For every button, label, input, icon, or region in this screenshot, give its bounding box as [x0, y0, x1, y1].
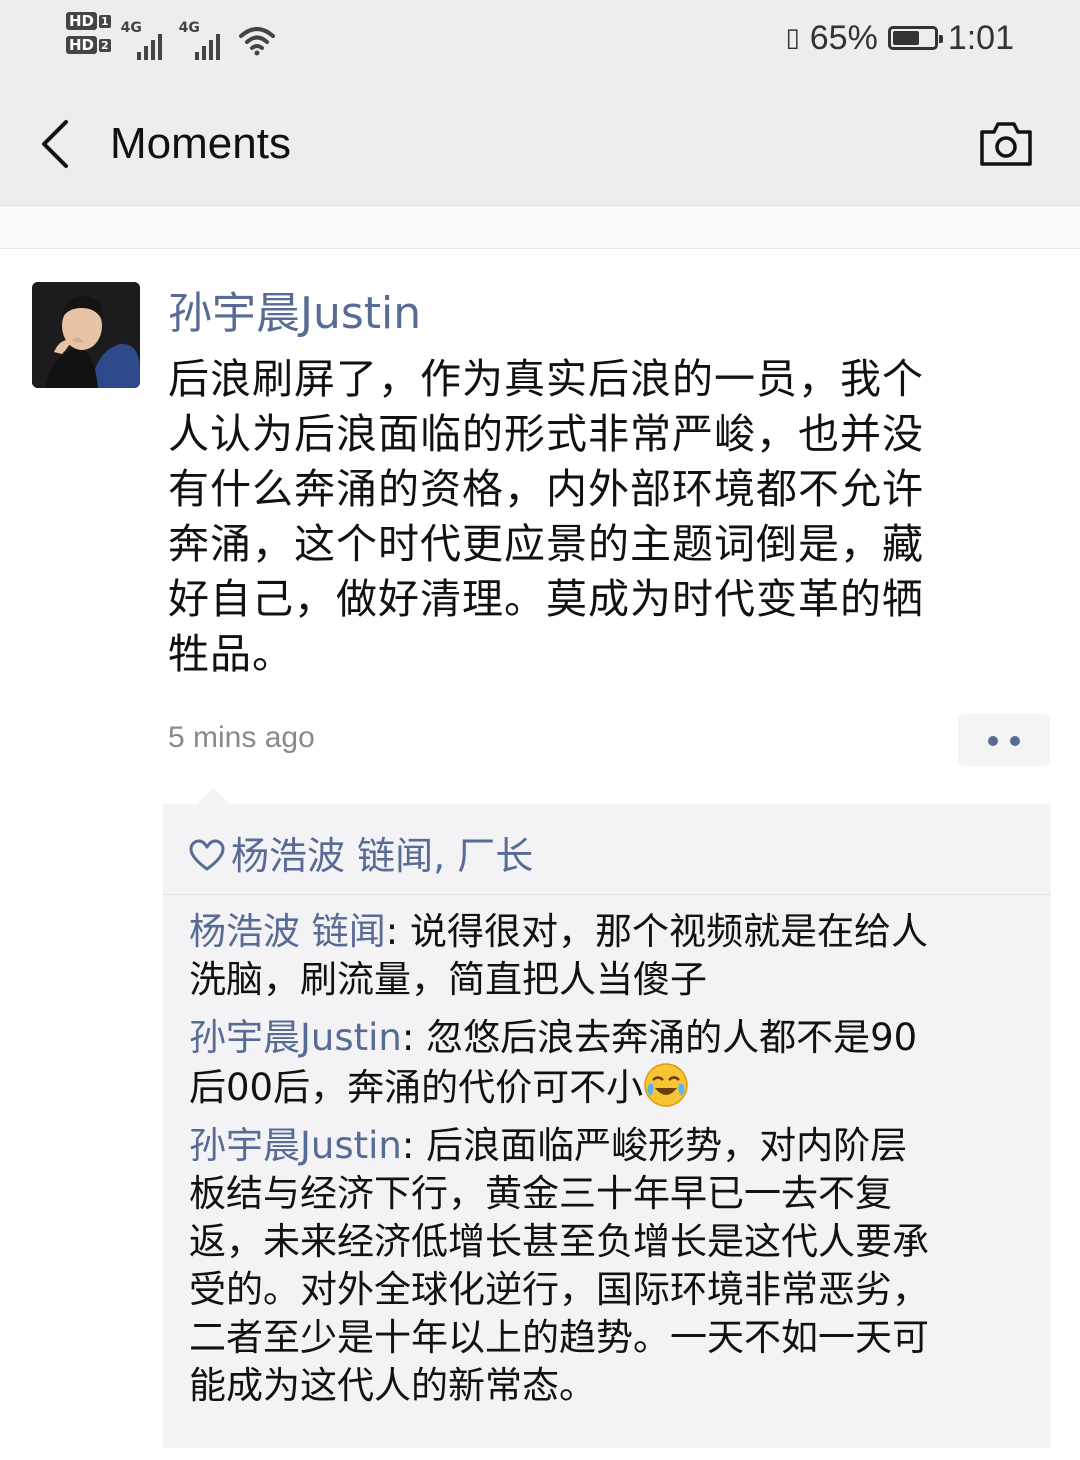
sim-indicators: HD 1 HD 2 [66, 12, 111, 54]
battery-percent: 65% [809, 19, 878, 57]
post-timestamp: 5 mins ago [168, 721, 315, 754]
avatar-photo [32, 282, 140, 388]
crying-laughing-emoji [644, 1063, 688, 1107]
comment-author[interactable]: 孙宇晨Justin [189, 1124, 402, 1167]
status-left: HD 1 HD 2 4G 4G [66, 12, 277, 68]
signal-2-icon: 4G [179, 20, 227, 60]
sim2-label: HD [66, 36, 98, 54]
status-right: ▯ 65% 1:01 [785, 18, 1014, 58]
likes-names[interactable]: 杨浩波 链闻, 厂长 [231, 828, 533, 884]
sim1-indicator: HD 1 [66, 12, 111, 30]
more-dot [988, 736, 998, 746]
comment-item[interactable]: 杨浩波 链闻: 说得很对，那个视频就是在给人 洗脑，刷流量，简直把人当傻子 [189, 908, 1019, 1004]
sim1-label: HD [66, 12, 98, 30]
post-text: 后浪刷屏了，作为真实后浪的一员，我个 人认为后浪面临的形式非常严峻，也并没 有什… [168, 355, 924, 678]
comment-author[interactable]: 孙宇晨Justin [189, 1016, 402, 1059]
vibrate-icon: ▯ [785, 23, 800, 53]
header-divider [0, 206, 1080, 249]
wifi-icon [238, 27, 275, 56]
comment-item[interactable]: 孙宇晨Justin: 忽悠后浪去奔涌的人都不是90 后00后，奔涌的代价可不小 [189, 1014, 1019, 1112]
clock: 1:01 [947, 19, 1014, 57]
battery-icon [887, 26, 943, 50]
likes-row: 杨浩波 链闻, 厂长 [189, 828, 533, 884]
signal-1-icon: 4G [121, 20, 169, 60]
camera-icon[interactable] [978, 118, 1034, 168]
status-bar: HD 1 HD 2 4G 4G ▯ 65% 1:01 [0, 0, 1080, 80]
sim1-num: 1 [99, 14, 111, 28]
chevron-left-icon[interactable] [34, 114, 84, 174]
likes-comments-panel: 杨浩波 链闻, 厂长 杨浩波 链闻: 说得很对，那个视频就是在给人 洗脑，刷流量… [163, 788, 1051, 1448]
sim2-indicator: HD 2 [66, 36, 111, 54]
comment-list: 杨浩波 链闻: 说得很对，那个视频就是在给人 洗脑，刷流量，简直把人当傻子 孙宇… [189, 908, 1019, 1420]
battery-fill [892, 31, 919, 45]
sim2-num: 2 [99, 38, 111, 52]
comment-author[interactable]: 杨浩波 链闻 [189, 910, 386, 953]
more-dot [1010, 736, 1020, 746]
post-author[interactable]: 孙宇晨Justin [168, 286, 421, 342]
comment-separator: : [385, 910, 410, 953]
more-dots-icon[interactable] [958, 714, 1050, 766]
heart-icon [189, 839, 225, 871]
likes-divider [163, 894, 1051, 895]
nav-bar: Moments [0, 80, 1080, 206]
page-title: Moments [110, 119, 291, 168]
comment-separator: : [401, 1016, 427, 1059]
panel-pointer [197, 788, 229, 804]
avatar[interactable] [32, 282, 140, 388]
comment-item[interactable]: 孙宇晨Justin: 后浪面临严峻形势，对内阶层 板结与经济下行，黄金三十年早已… [189, 1122, 1019, 1410]
comment-separator: : [401, 1124, 427, 1167]
